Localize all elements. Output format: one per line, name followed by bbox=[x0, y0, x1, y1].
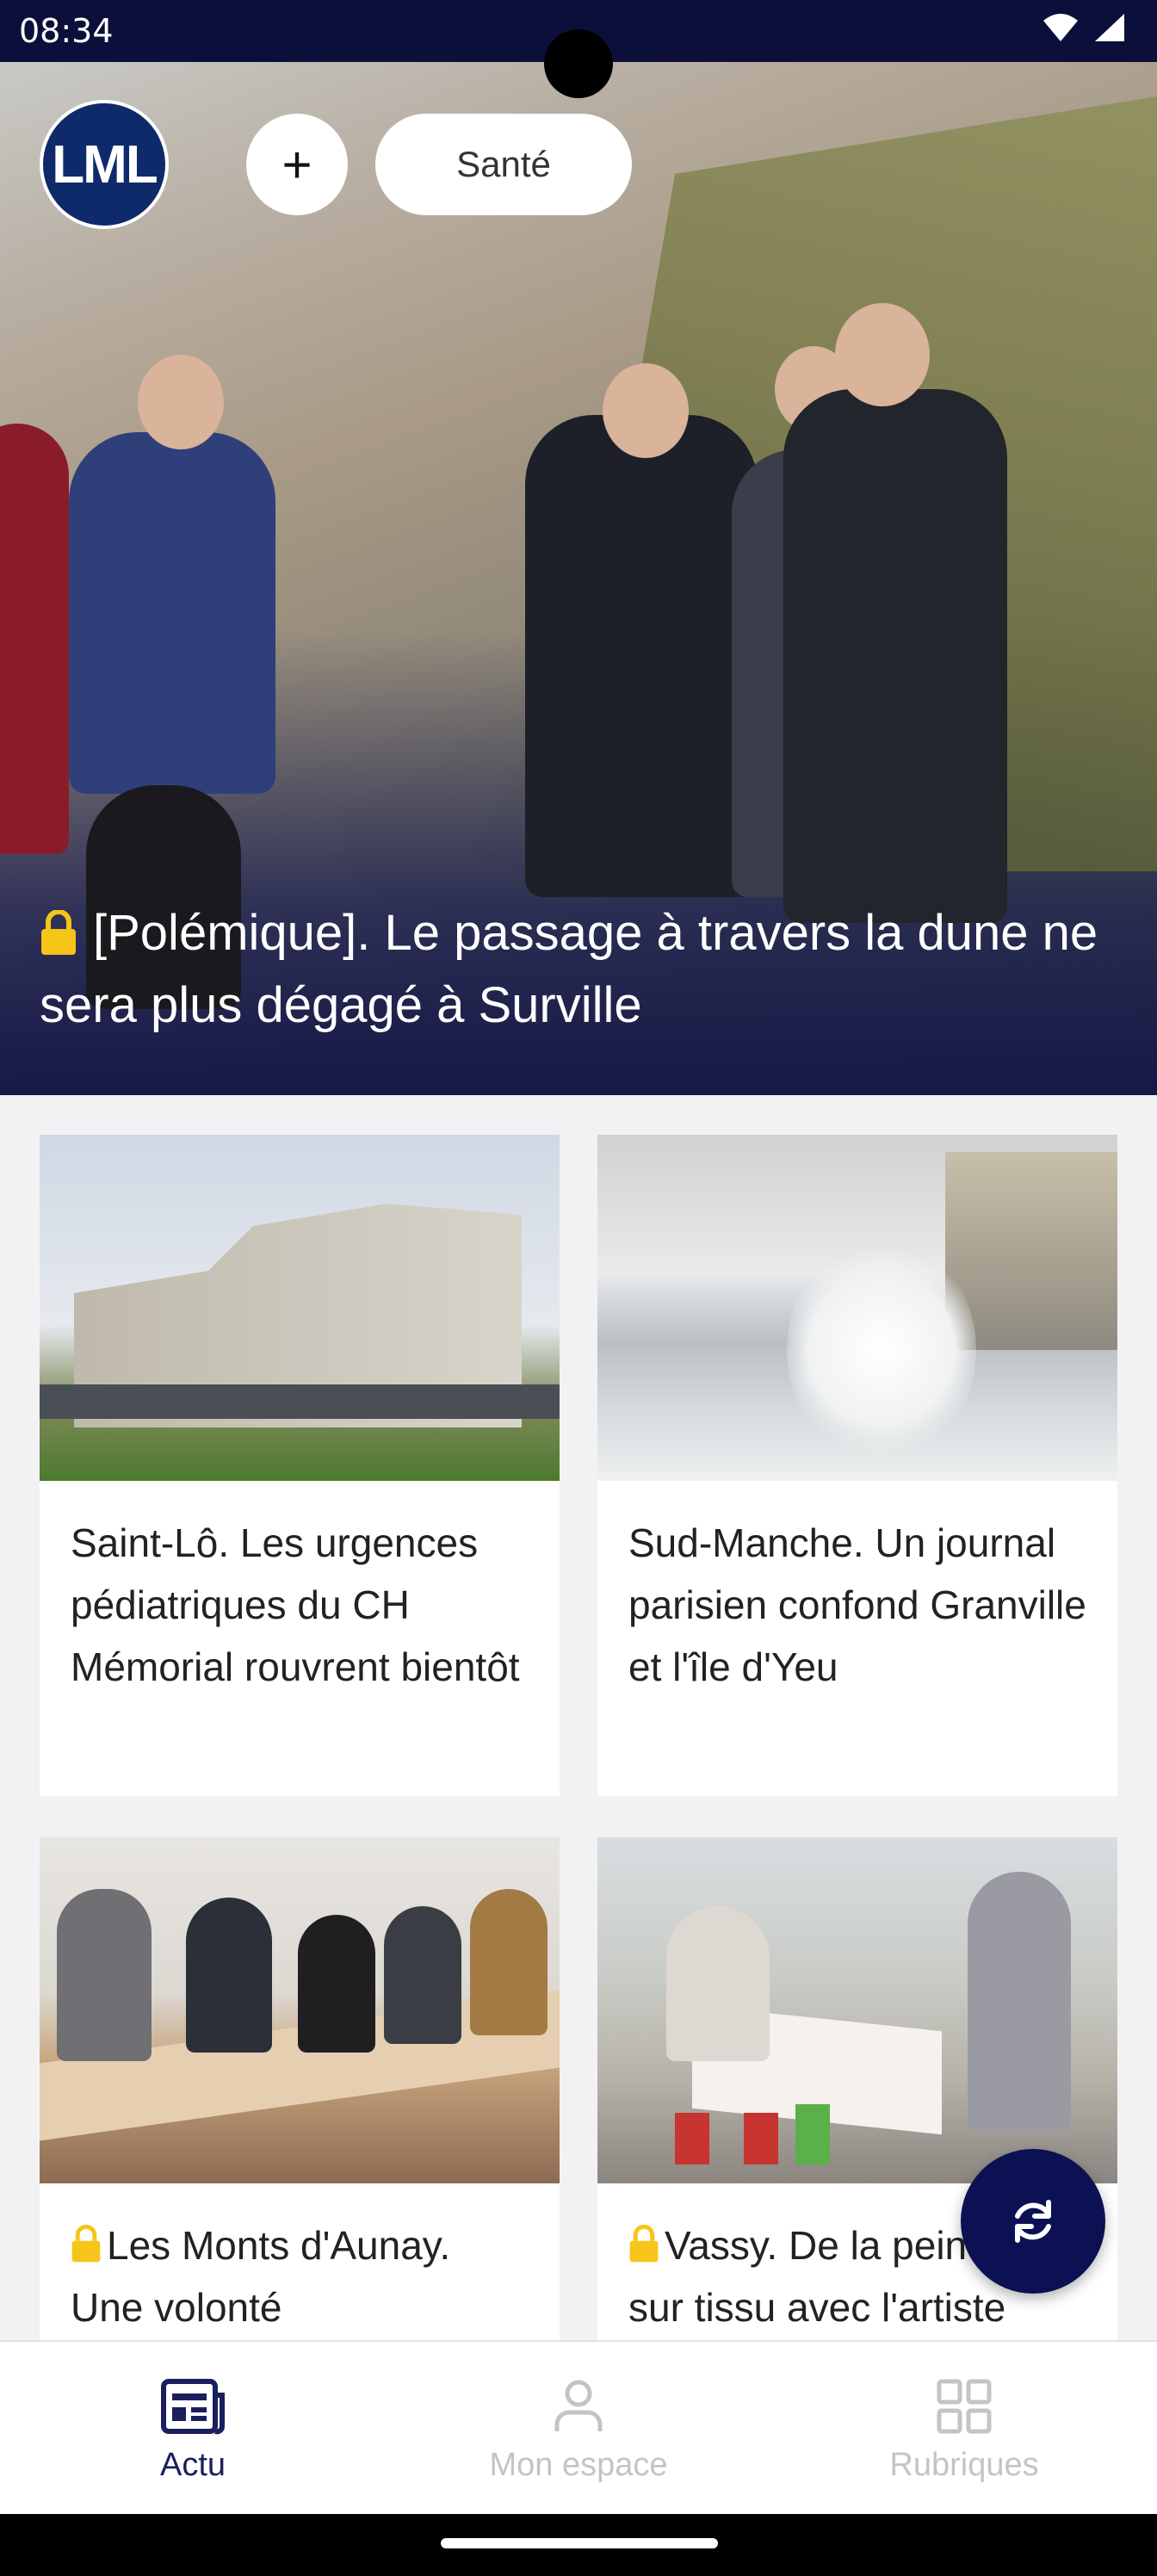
hero-title-text: [Polémique]. Le passage à travers la dun… bbox=[40, 905, 1098, 1033]
article-card[interactable]: Sud-Manche. Un journal parisien confond … bbox=[597, 1135, 1117, 1796]
nav-item-rubriques[interactable]: Rubriques bbox=[771, 2342, 1157, 2514]
lock-icon bbox=[41, 910, 76, 955]
article-title: Saint-Lô. Les urgences pédiatriques du C… bbox=[71, 1520, 520, 1689]
hero-image-person bbox=[603, 363, 689, 458]
article-image-meeting bbox=[40, 1837, 560, 2183]
refresh-button[interactable] bbox=[961, 2149, 1105, 2294]
brand-logo[interactable]: LML bbox=[40, 100, 169, 229]
newspaper-icon bbox=[161, 2379, 225, 2435]
wifi-icon bbox=[1043, 14, 1078, 41]
article-title: Les Monts d'Aunay. Une volonté bbox=[40, 2183, 560, 2338]
article-title-text: Les Monts d'Aunay. Une volonté bbox=[71, 2223, 451, 2330]
nav-item-actu[interactable]: Actu bbox=[0, 2342, 386, 2514]
status-icons bbox=[1042, 12, 1126, 43]
grid-icon bbox=[937, 2379, 992, 2434]
hero-image-person bbox=[69, 432, 275, 794]
lock-icon bbox=[629, 2225, 659, 2263]
nav-label-mon-espace: Mon espace bbox=[489, 2447, 668, 2483]
hero-article[interactable]: LML + Santé [Polémique]. Le passage à tr… bbox=[0, 62, 1157, 1095]
article-image-waves bbox=[597, 1135, 1117, 1481]
article-title: Sud-Manche. Un journal parisien confond … bbox=[628, 1520, 1086, 1689]
hero-title[interactable]: [Polémique]. Le passage à travers la dun… bbox=[40, 897, 1116, 1042]
lock-icon bbox=[71, 2225, 101, 2263]
hero-image-person bbox=[783, 389, 1007, 923]
refresh-icon bbox=[1015, 2200, 1051, 2243]
nav-label-actu: Actu bbox=[159, 2447, 226, 2483]
person-icon bbox=[554, 2380, 603, 2431]
signal-icon bbox=[1095, 14, 1124, 41]
article-card[interactable]: Les Monts d'Aunay. Une volonté bbox=[40, 1837, 560, 2354]
hero-image-person bbox=[525, 415, 758, 897]
article-image-painting bbox=[597, 1837, 1117, 2183]
nav-item-mon-espace[interactable]: Mon espace bbox=[386, 2342, 771, 2514]
home-indicator[interactable] bbox=[441, 2538, 718, 2548]
add-topic-button[interactable]: + bbox=[246, 114, 348, 215]
topic-chip-sante[interactable]: Santé bbox=[375, 114, 632, 215]
camera-cutout bbox=[544, 29, 613, 98]
status-time: 08:34 bbox=[19, 12, 114, 50]
hero-image-person bbox=[835, 303, 930, 406]
bottom-navigation: Actu Mon espace Rubriques bbox=[0, 2340, 1157, 2514]
nav-label-rubriques: Rubriques bbox=[889, 2447, 1039, 2483]
article-image-hospital bbox=[40, 1135, 560, 1481]
article-card[interactable]: Saint-Lô. Les urgences pédiatriques du C… bbox=[40, 1135, 560, 1796]
hero-image-person bbox=[138, 355, 224, 449]
hero-image-person bbox=[0, 424, 69, 854]
